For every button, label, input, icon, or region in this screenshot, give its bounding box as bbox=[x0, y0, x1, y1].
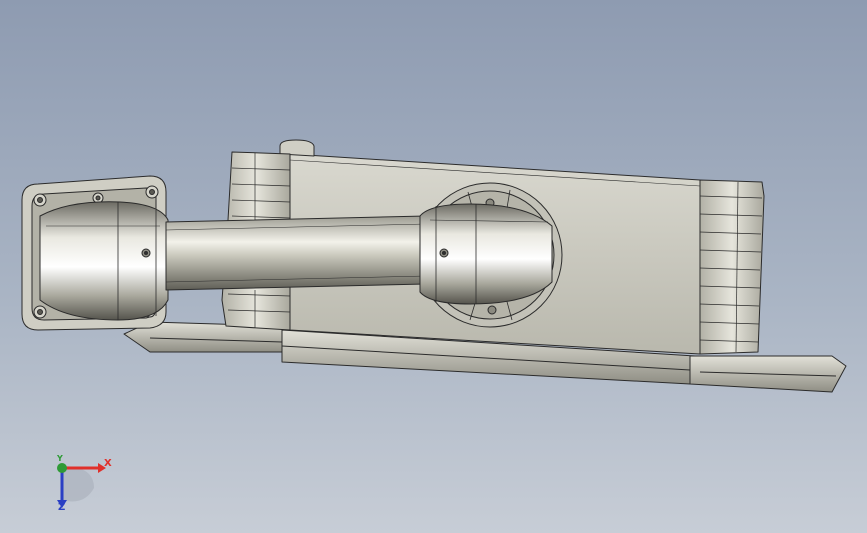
cad-model-robot-arm[interactable] bbox=[0, 0, 867, 533]
orientation-triad[interactable]: X Y Z bbox=[44, 448, 114, 518]
left-joint bbox=[39, 201, 169, 321]
graphics-viewport[interactable]: X Y Z bbox=[0, 0, 867, 533]
axis-x-label: X bbox=[104, 458, 112, 469]
axis-z-label: Z bbox=[58, 502, 66, 513]
axis-y-label: Y bbox=[57, 454, 63, 463]
right-rib-block bbox=[699, 179, 765, 355]
